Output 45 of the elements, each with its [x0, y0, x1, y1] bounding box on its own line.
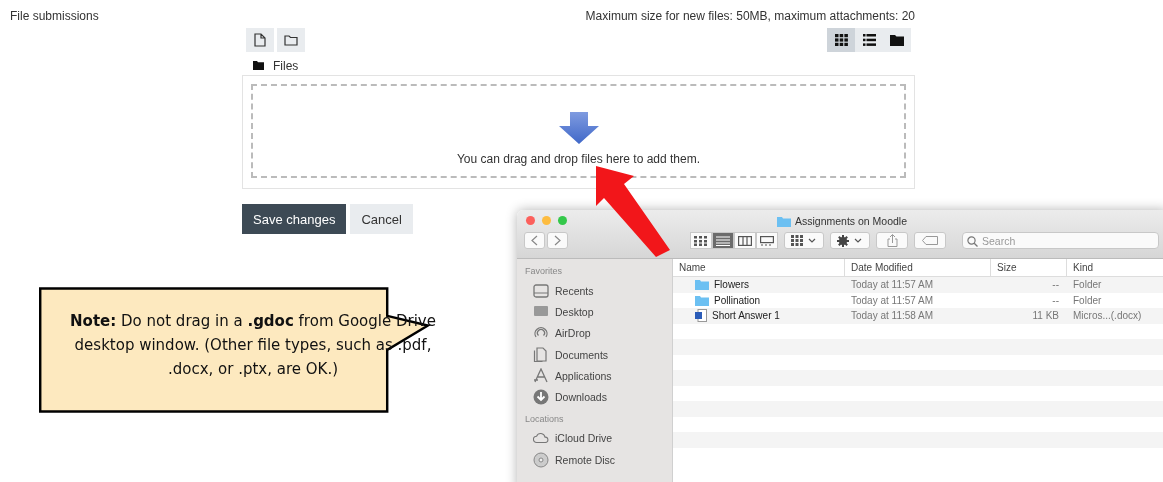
sidebar-label: Recents [555, 284, 594, 297]
limits-text: Maximum size for new files: 50MB, maximum attachments: 20 [585, 9, 915, 25]
search-field[interactable]: Search [962, 232, 1159, 249]
breadcrumb-text: Files [273, 58, 299, 73]
sidebar-heading: Favorites [525, 266, 563, 278]
column-header[interactable]: Kind [1067, 259, 1163, 276]
window-title: Assignments on Moodle [794, 215, 908, 227]
file-row[interactable]: Pollination Today at 11:57 AM -- Folder [673, 292, 1163, 308]
sidebar-heading: Locations [525, 413, 565, 426]
kind-cell-text: Folder [1072, 279, 1103, 291]
sidebar-item[interactable]: iCloud Drive [525, 427, 672, 450]
sidebar-label: Applications [555, 369, 612, 382]
sidebar-item[interactable]: Applications [525, 365, 672, 387]
file-row[interactable]: Short Answer 1 Today at 11:58 AM 11 KB Micros...(.docx) [673, 308, 1163, 324]
sidebar-label: Downloads [555, 391, 607, 404]
sidebar-label: Documents [555, 348, 609, 361]
section-label: File submissions [10, 9, 99, 23]
kind-cell-text: Micros...(.docx) [1072, 310, 1143, 322]
save-button[interactable]: Save changes [242, 204, 347, 234]
kind-cell-text: Folder [1072, 294, 1103, 306]
file-name: Short Answer 1 [712, 310, 780, 322]
column-header[interactable]: Date Modified [845, 259, 991, 276]
sidebar-item[interactable]: Downloads [525, 386, 672, 408]
file-row[interactable]: Flowers Today at 11:57 AM -- Folder [673, 277, 1163, 293]
sidebar-label: Desktop [555, 305, 594, 318]
size-cell-text: 11 KB [1031, 310, 1060, 322]
file-name: Pollination [714, 294, 761, 306]
dropzone-text: You can drag and drop files here to add them. [456, 152, 701, 166]
sidebar-item[interactable]: Documents [525, 343, 672, 366]
sidebar-item[interactable]: Desktop [525, 301, 672, 323]
sidebar-label: AirDrop [555, 327, 591, 340]
size-cell-text: -- [1051, 294, 1060, 306]
column-header[interactable]: Size [991, 259, 1067, 276]
column-header[interactable]: Name [673, 259, 845, 276]
date-cell-text: Today at 11:57 AM [850, 294, 935, 306]
sidebar-label: iCloud Drive [555, 432, 613, 445]
sidebar-item[interactable]: Remote Disc [525, 449, 672, 471]
sidebar-label: Remote Disc [555, 453, 616, 466]
sidebar-item[interactable]: AirDrop [525, 322, 672, 344]
sidebar-item[interactable]: Recents [525, 280, 672, 302]
cancel-button[interactable]: Cancel [350, 204, 413, 234]
file-name: Flowers [714, 279, 749, 291]
date-cell-text: Today at 11:57 AM [850, 279, 935, 291]
size-cell-text: -- [1051, 279, 1060, 291]
date-cell-text: Today at 11:58 AM [850, 310, 935, 322]
